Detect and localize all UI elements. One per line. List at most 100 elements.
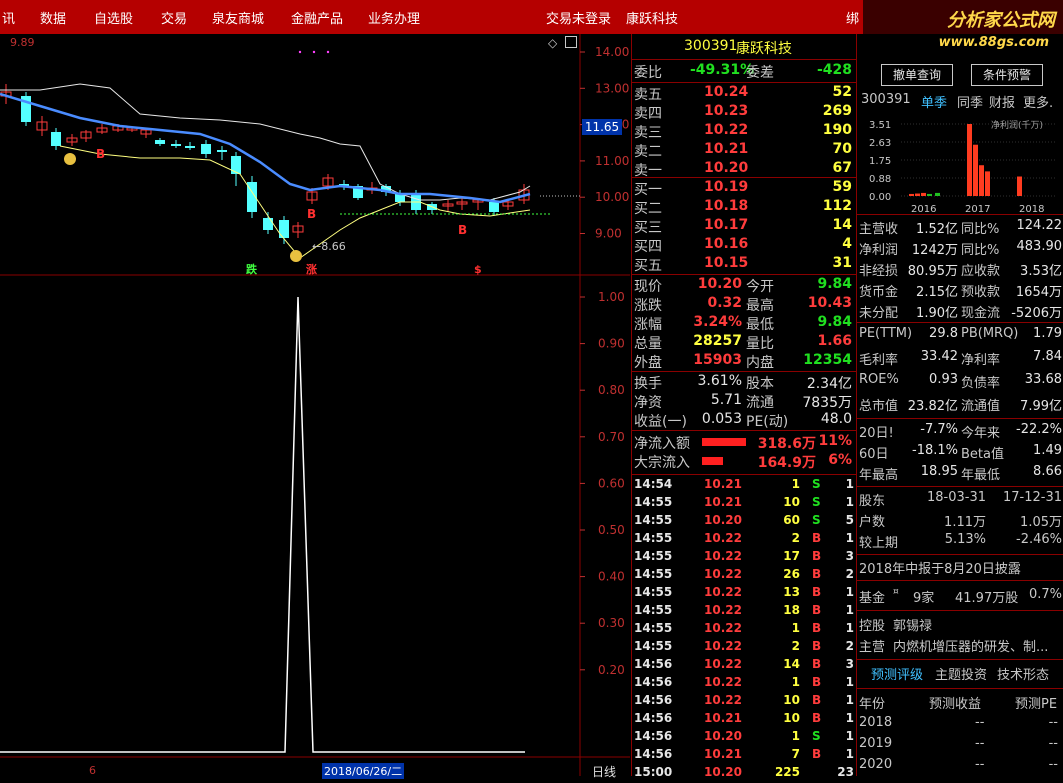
ask-price: 10.23 <box>704 103 749 119</box>
menu-item-finance[interactable]: 金融产品 <box>291 8 343 27</box>
stat-label: 涨跌 <box>634 298 662 314</box>
tick-row: 14:54 10.21 1 S 1 <box>632 477 856 495</box>
quote-code: 300391 <box>684 38 738 54</box>
menu-item-data[interactable]: 数据 <box>40 8 66 27</box>
f10-row: 净利润 1242万 同比% 483.90 <box>857 239 1063 259</box>
condition-alert-button[interactable]: 条件预警 <box>971 64 1043 86</box>
tab-theme[interactable]: 主题投资 <box>935 664 987 683</box>
f10-tabs: 300391 单季 同季 财报 更多. <box>857 92 1063 112</box>
top-menu-bar: 讯 数据 自选股 交易 泉友商城 金融产品 业务办理 交易未登录 康跃科技 绑 … <box>0 0 1063 34</box>
f10-label: 年最高 <box>859 468 899 483</box>
stat-value: 0.053 <box>701 411 742 427</box>
f10-label: 净利润 <box>859 243 899 258</box>
tick-price: 10.22 <box>704 639 742 653</box>
mini-bar <box>935 192 940 196</box>
tick-direction: B <box>812 657 822 671</box>
forecast-eps: -- <box>975 736 985 751</box>
fund-row: 基金 ¤ 9家 41.97万股 0.7% <box>859 587 1062 606</box>
tick-direction: S <box>812 495 821 509</box>
menu-item-bind[interactable]: 绑 <box>846 8 859 27</box>
f10-row: 年最高 18.95 年最低 8.66 <box>857 464 1063 484</box>
holder-value: 17-12-31 <box>1002 490 1062 505</box>
kline-chart[interactable]: 14.0013.0012.0011.0010.009.00 1.000.900.… <box>0 34 630 776</box>
tick-count: 1 <box>845 729 854 743</box>
tick-count: 1 <box>845 621 854 635</box>
stat-label: 收益(一) <box>634 414 687 430</box>
business-row: 主营 内燃机增压器的研发、制... <box>859 640 1049 655</box>
tick-time: 14:56 <box>634 675 673 689</box>
bid-volume: 4 <box>842 236 852 252</box>
menu-item-business[interactable]: 业务办理 <box>368 8 420 27</box>
price-axis-tick: 13.00 <box>595 81 629 95</box>
f10-value: 80.95万 <box>907 264 958 279</box>
bid-label: 买五 <box>634 258 662 274</box>
tick-direction: S <box>812 729 821 743</box>
tick-price: 10.22 <box>704 531 742 545</box>
tick-count: 1 <box>845 495 854 509</box>
cancel-query-button[interactable]: 撤单查询 <box>881 64 953 86</box>
tick-price: 10.22 <box>704 585 742 599</box>
tab-report[interactable]: 财报 <box>989 92 1015 111</box>
window-icon[interactable] <box>565 36 577 48</box>
f10-value: 1.90亿 <box>916 306 958 321</box>
f10-row: 毛利率 33.42 净利率 7.84 <box>857 349 1063 369</box>
stock-name-title: 康跃科技 <box>626 12 679 27</box>
chart-area[interactable]: 14.0013.0012.0011.0010.009.00 1.000.900.… <box>0 34 630 779</box>
bid-volume: 112 <box>822 198 852 214</box>
f10-row: 总市值 23.82亿 流通值 7.99亿 <box>857 395 1063 415</box>
trade-login-status[interactable]: 交易未登录 <box>546 8 611 27</box>
ask-label: 卖三 <box>634 125 662 141</box>
quote-panel: 300391 康跃科技 委比 -49.31% 委差 -428 卖五 10.24 52… <box>631 34 856 779</box>
tab-forecast[interactable]: 预测评级 <box>871 664 923 683</box>
weicha-value: -428 <box>816 62 852 78</box>
menu-item-trade[interactable]: 交易 <box>161 8 187 27</box>
f10-value: 1654万 <box>1015 285 1062 300</box>
bid-row: 买四 10.16 4 <box>632 236 856 255</box>
tick-count: 1 <box>845 585 854 599</box>
ask-volume: 190 <box>822 122 852 138</box>
f10-label: Beta值 <box>961 447 1004 462</box>
stat-value: 15903 <box>693 352 742 368</box>
mini-legend: 净利润(千万) <box>991 119 1043 131</box>
f10-row: 20日! -7.7% 今年来 -22.2% <box>857 422 1063 442</box>
period-label[interactable]: 日线 <box>592 763 616 780</box>
tick-price: 10.22 <box>704 693 742 707</box>
f10-value: -5206万 <box>1011 306 1062 321</box>
mini-y-tick: 0.88 <box>869 174 891 185</box>
tab-same-quarter[interactable]: 同季 <box>957 92 983 111</box>
ask-row: 卖二 10.21 70 <box>632 141 856 160</box>
mini-bar <box>979 165 984 196</box>
tick-count: 23 <box>837 765 854 779</box>
stat-label: 最低 <box>746 317 774 333</box>
menu-item-mall[interactable]: 泉友商城 <box>212 8 264 27</box>
bid-price: 10.17 <box>704 217 749 233</box>
f10-label: 今年来 <box>961 426 1001 441</box>
stat-row: 总量 28257 量比 1.66 <box>632 333 856 352</box>
stat-value: 9.84 <box>817 314 852 330</box>
f10-value: 29.8 <box>929 326 958 341</box>
logo: 分析家公式网 <box>863 0 1063 34</box>
f10-value: 0.93 <box>929 372 958 387</box>
menu-item-info[interactable]: 讯 <box>2 8 15 27</box>
candle-down <box>231 156 241 174</box>
f10-value: -18.1% <box>912 443 958 458</box>
tab-single-quarter[interactable]: 单季 <box>921 92 947 111</box>
fund-icon: ¤ <box>893 587 899 597</box>
bid-label: 买三 <box>634 220 662 236</box>
diamond-icon[interactable]: ◇ <box>548 36 557 50</box>
stat-row: 现价 10.20 今开 9.84 <box>632 276 856 295</box>
quote-title: 300391 康跃科技 <box>632 38 856 57</box>
mini-bar <box>921 192 926 196</box>
profit-mini-chart: 3.51 2.63 1.75 0.88 0.00 净利润(千万) 2016 2017 2018 <box>869 119 1057 214</box>
tick-price: 10.22 <box>704 675 742 689</box>
indicator-line <box>0 296 525 753</box>
f10-label: 现金流 <box>961 306 1001 321</box>
tab-more[interactable]: 更多. <box>1023 92 1053 111</box>
tick-time: 14:54 <box>634 477 673 491</box>
tab-technical[interactable]: 技术形态 <box>997 664 1049 683</box>
f10-label: 总市值 <box>859 399 899 414</box>
tick-row: 14:56 10.22 1 B 1 <box>632 675 856 693</box>
tick-volume: 10 <box>783 711 800 725</box>
indicator-axis-tick: 0.60 <box>598 476 625 490</box>
menu-item-watchlist[interactable]: 自选股 <box>94 8 133 27</box>
